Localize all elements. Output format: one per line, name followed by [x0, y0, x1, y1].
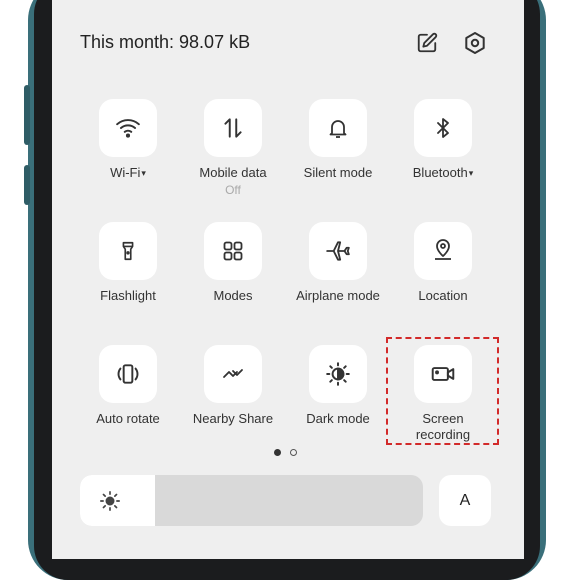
tile-dark-mode[interactable]: Dark mode — [283, 345, 393, 427]
edit-icon[interactable] — [414, 30, 440, 56]
page-indicator-active[interactable] — [274, 449, 281, 456]
tile-airplane-mode[interactable]: Airplane mode — [283, 222, 393, 304]
bluetooth-icon — [414, 99, 472, 157]
modes-icon — [204, 222, 262, 280]
bell-icon — [309, 99, 367, 157]
quick-settings-panel: This month: 98.07 kB Wi-Fi▾ Mobile data … — [52, 0, 524, 559]
tile-label: Modes — [213, 288, 253, 303]
nearby-share-icon — [204, 345, 262, 403]
tile-flashlight[interactable]: Flashlight — [73, 222, 183, 304]
tile-location[interactable]: Location — [388, 222, 498, 304]
tile-label: Bluetooth — [412, 165, 468, 180]
location-icon — [414, 222, 472, 280]
tile-label: Dark mode — [306, 411, 370, 426]
tile-label: Flashlight — [100, 288, 156, 303]
auto-brightness-button[interactable]: A — [439, 475, 491, 526]
tile-mobile-data[interactable]: Mobile data Off — [178, 99, 288, 197]
tile-wifi[interactable]: Wi-Fi▾ — [73, 99, 183, 181]
auto-rotate-icon — [99, 345, 157, 403]
flashlight-icon — [99, 222, 157, 280]
tile-label: Silent mode — [303, 165, 373, 180]
highlight-box — [386, 337, 499, 445]
chevron-down-icon[interactable]: ▾ — [141, 168, 146, 178]
chevron-down-icon[interactable]: ▾ — [469, 168, 474, 178]
tile-label: Airplane mode — [296, 288, 380, 303]
settings-icon[interactable] — [462, 30, 488, 56]
tile-bluetooth[interactable]: Bluetooth▾ — [388, 99, 498, 181]
dark-mode-icon — [309, 345, 367, 403]
tile-status: Off — [225, 183, 241, 197]
tile-label: Mobile data — [199, 165, 267, 180]
tile-label: Location — [418, 288, 468, 303]
phone-side-button — [24, 165, 30, 205]
tile-modes[interactable]: Modes — [178, 222, 288, 304]
tile-auto-rotate[interactable]: Auto rotate — [73, 345, 183, 427]
tile-nearby-share[interactable]: Nearby Share — [178, 345, 288, 427]
tile-label: Wi-Fi — [110, 165, 141, 180]
wifi-icon — [99, 99, 157, 157]
tile-silent-mode[interactable]: Silent mode — [283, 99, 393, 181]
brightness-icon — [98, 489, 122, 513]
data-usage-text: This month: 98.07 kB — [80, 32, 251, 52]
airplane-icon — [309, 222, 367, 280]
tile-label: Auto rotate — [96, 411, 160, 426]
page-indicator[interactable] — [290, 449, 297, 456]
mobile-data-icon — [204, 99, 262, 157]
phone-side-button — [24, 85, 30, 145]
brightness-slider[interactable] — [80, 475, 423, 526]
tile-label: Nearby Share — [192, 411, 274, 426]
